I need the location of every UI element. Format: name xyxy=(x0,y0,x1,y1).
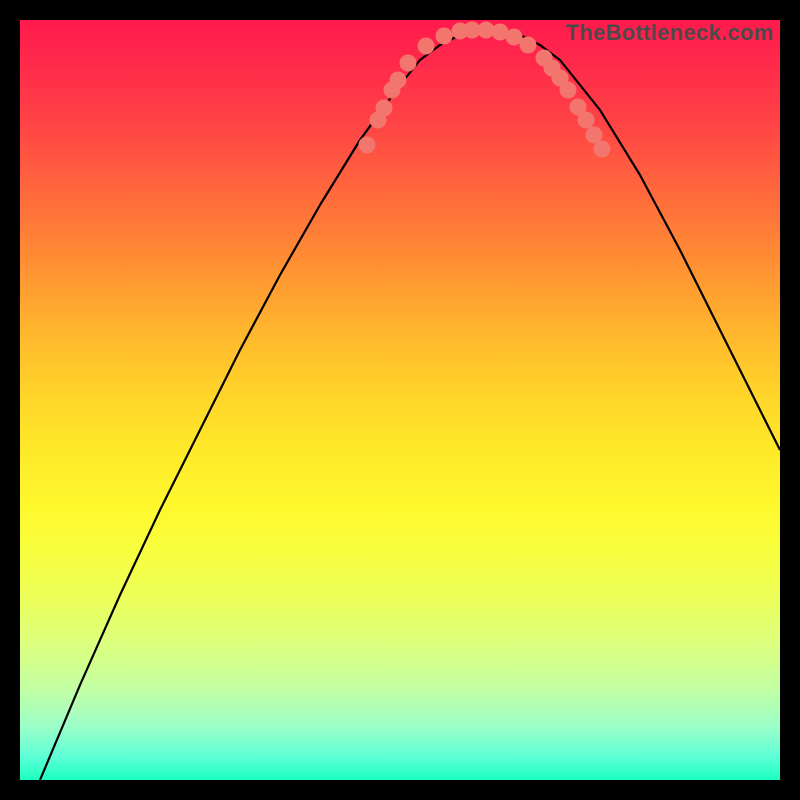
marker-dot xyxy=(436,28,453,45)
marker-dots xyxy=(359,22,611,158)
marker-dot xyxy=(400,55,417,72)
chart-frame: TheBottleneck.com xyxy=(0,0,800,800)
marker-dot xyxy=(359,137,376,154)
marker-dot xyxy=(594,141,611,158)
marker-dot xyxy=(560,82,577,99)
curve-layer xyxy=(20,20,780,780)
marker-dot xyxy=(520,37,537,54)
plot-area: TheBottleneck.com xyxy=(20,20,780,780)
marker-dot xyxy=(390,72,407,89)
marker-dot xyxy=(418,38,435,55)
marker-dot xyxy=(578,112,595,129)
marker-dot xyxy=(376,100,393,117)
bottleneck-curve xyxy=(40,30,780,780)
